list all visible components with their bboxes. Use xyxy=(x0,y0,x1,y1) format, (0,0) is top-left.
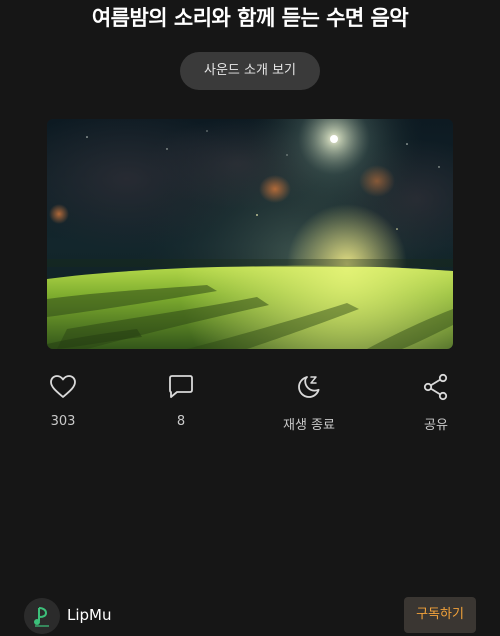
share-icon xyxy=(423,373,448,401)
comment-icon xyxy=(169,375,193,398)
sound-intro-button[interactable]: 사운드 소개 보기 xyxy=(180,52,320,90)
sleep-timer-label: 재생 종료 xyxy=(283,418,335,433)
heart-icon xyxy=(50,375,76,398)
page-title: 여름밤의 소리와 함께 듣는 수면 음악 xyxy=(91,6,409,30)
like-count: 303 xyxy=(50,414,76,429)
action-bar: 303 8 재생 종료 공유 xyxy=(0,372,500,442)
share-button[interactable]: 공유 xyxy=(396,372,476,433)
subscribe-button[interactable]: 구독하기 xyxy=(404,597,476,633)
comment-button[interactable]: 8 xyxy=(141,372,221,429)
channel-footer: LipMu 구독하기 xyxy=(0,596,500,636)
like-button[interactable]: 303 xyxy=(23,372,103,429)
moon-sleep-icon xyxy=(298,376,320,398)
share-label: 공유 xyxy=(424,418,448,433)
sleep-timer-button[interactable]: 재생 종료 xyxy=(269,372,349,433)
comment-count: 8 xyxy=(176,414,186,429)
cover-artwork xyxy=(47,119,453,349)
channel-name[interactable]: LipMu xyxy=(67,606,112,624)
